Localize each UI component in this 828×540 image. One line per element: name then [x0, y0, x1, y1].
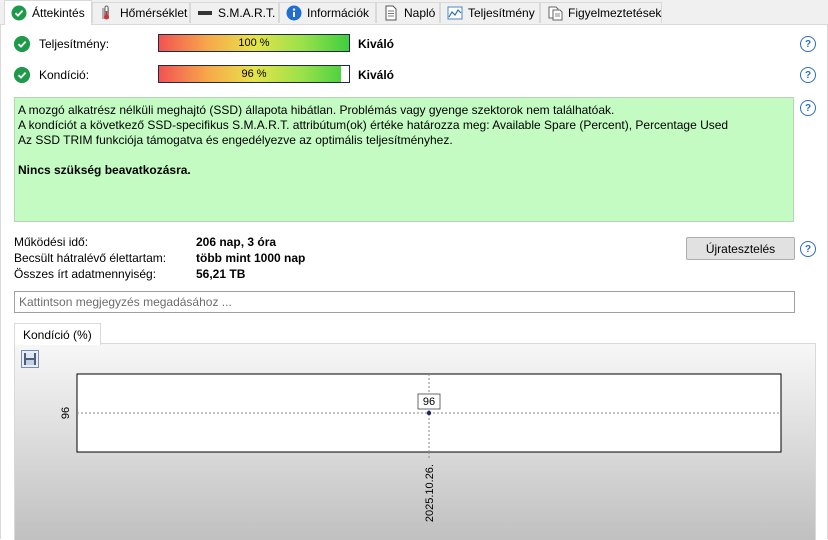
performance-status-icon: [14, 36, 30, 52]
note-input[interactable]: [14, 291, 795, 313]
performance-help-icon[interactable]: ?: [800, 36, 816, 52]
tab-label: Teljesítmény: [468, 6, 535, 20]
tab-temperature[interactable]: Hőmérséklet: [92, 2, 190, 23]
condition-bar: 96 %: [158, 65, 350, 83]
chart-panel: 96 96 2025.10.26.: [14, 343, 816, 540]
tab-label: Áttekintés: [32, 6, 85, 20]
info-icon: [286, 5, 302, 21]
tab-label: Információk: [307, 6, 370, 20]
uptime-label: Működési idő:: [14, 235, 89, 249]
total-written-value: 56,21 TB: [196, 267, 246, 281]
data-label: 96: [423, 396, 435, 408]
status-conclusion: Nincs szükség beavatkozásra.: [18, 163, 191, 177]
overview-panel: Teljesítmény: 100 % Kiváló ? Kondíció: 9…: [0, 24, 828, 540]
status-help-icon[interactable]: ?: [800, 100, 816, 116]
condition-value: 96 %: [241, 68, 267, 80]
tab-bar: Áttekintés Hőmérséklet S.M.A.R.T. Inform…: [0, 0, 828, 25]
document-icon: [383, 5, 399, 21]
tab-label: Figyelmeztetések: [568, 6, 662, 20]
performance-label: Teljesítmény:: [39, 37, 110, 51]
alerts-icon: [547, 5, 563, 21]
tab-label: S.M.A.R.T.: [218, 6, 276, 20]
tab-label: Hőmérséklet: [120, 6, 188, 20]
remaining-lifetime-value: több mint 1000 nap: [196, 251, 306, 265]
thermometer-icon: [99, 5, 115, 21]
tab-information[interactable]: Információk: [279, 2, 376, 23]
condition-chart: 96 96 2025.10.26.: [60, 373, 782, 522]
tab-smart[interactable]: S.M.A.R.T.: [190, 2, 279, 23]
tab-condition-chart[interactable]: Kondíció (%): [14, 323, 101, 345]
status-line: Az SSD TRIM funkciója támogatva és enged…: [18, 133, 453, 147]
status-line: A kondíciót a következő SSD-specifikus S…: [18, 118, 729, 132]
tab-alerts[interactable]: Figyelmeztetések: [540, 2, 662, 23]
performance-bar: 100 %: [158, 34, 350, 52]
tab-log[interactable]: Napló: [376, 2, 440, 23]
x-tick-label: 2025.10.26.: [424, 464, 436, 522]
drive-icon: [197, 5, 213, 21]
performance-value: 100 %: [238, 37, 270, 49]
y-tick-label: 96: [60, 407, 72, 419]
tab-performance[interactable]: Teljesítmény: [440, 2, 540, 23]
retest-help-icon[interactable]: ?: [800, 241, 816, 257]
tab-label: Napló: [404, 6, 436, 20]
remaining-lifetime-label: Becsült hátralévő élettartam:: [14, 251, 167, 265]
uptime-value: 206 nap, 3 óra: [196, 235, 277, 249]
total-written-label: Összes írt adatmennyiség:: [14, 267, 157, 281]
performance-rating: Kiváló: [358, 37, 395, 51]
condition-status-icon: [14, 67, 30, 83]
tab-overview[interactable]: Áttekintés: [4, 0, 92, 25]
performance-chart-icon: [447, 5, 463, 21]
check-circle-icon: [11, 5, 27, 21]
condition-label: Kondíció:: [39, 68, 90, 82]
condition-help-icon[interactable]: ?: [800, 67, 816, 83]
retest-button[interactable]: Újratesztelés: [686, 237, 795, 260]
status-line: A mozgó alkatrész nélküli meghajtó (SSD)…: [18, 103, 615, 117]
status-description: A mozgó alkatrész nélküli meghajtó (SSD)…: [14, 97, 794, 222]
data-point: [426, 410, 432, 416]
condition-rating: Kiváló: [358, 68, 395, 82]
